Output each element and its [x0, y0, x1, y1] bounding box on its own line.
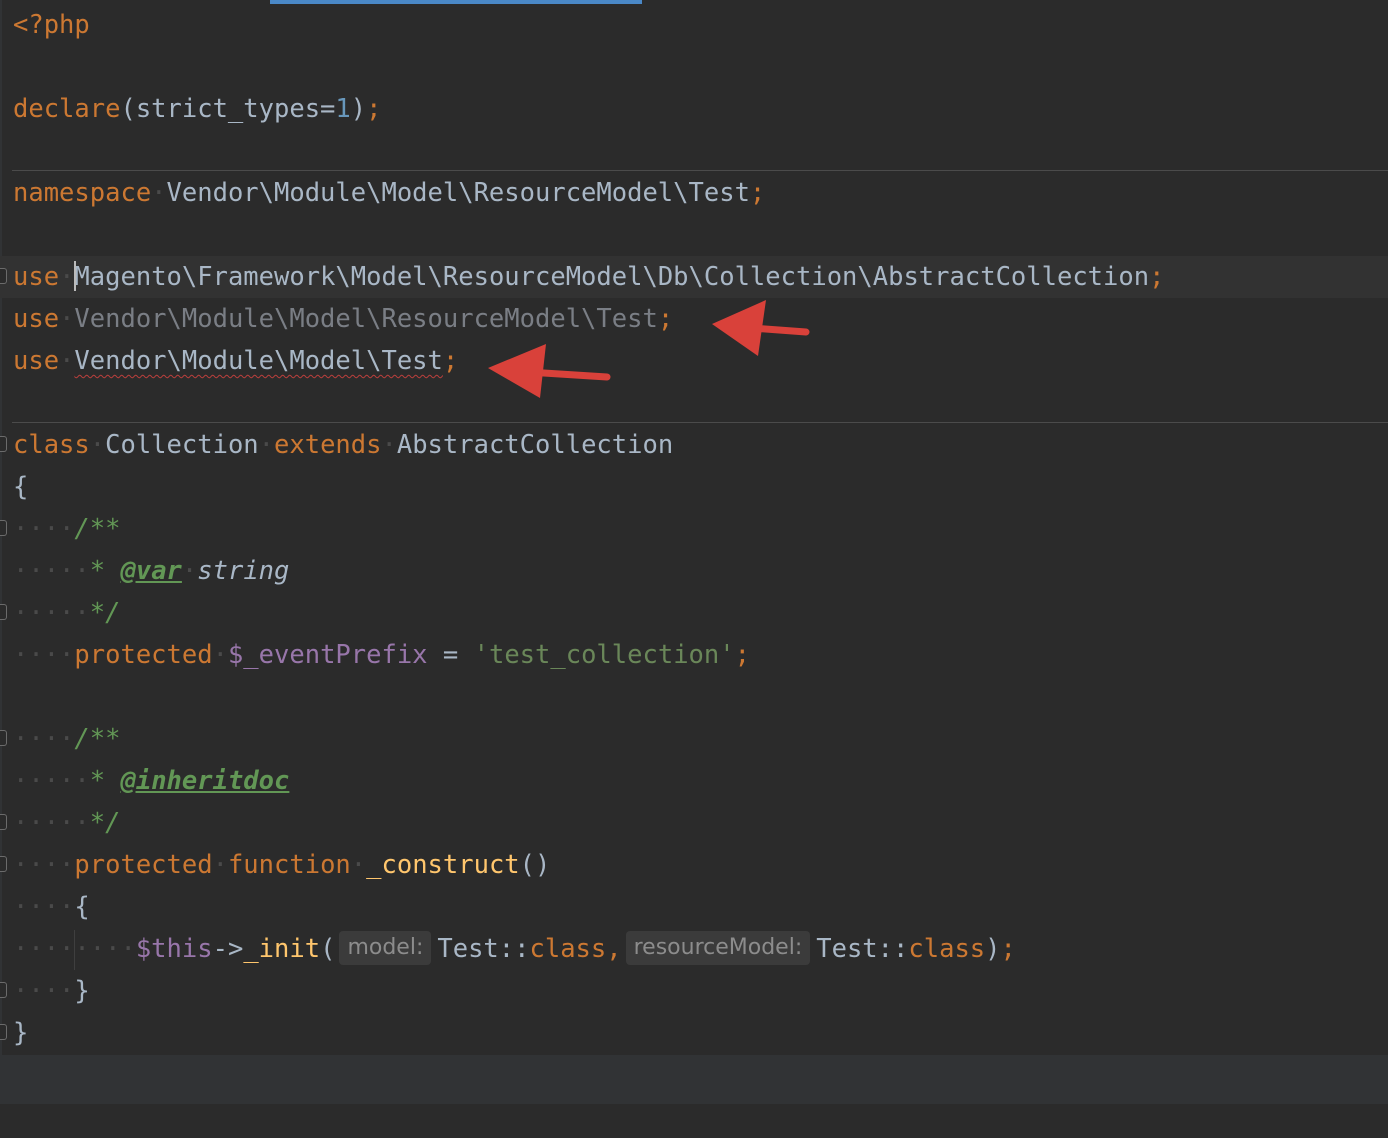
annotation-arrow-icon: [712, 300, 810, 356]
annotation-arrows: [488, 300, 810, 398]
annotation-arrow-icon: [488, 344, 611, 398]
code-editor[interactable]: <?php declare(strict_types=1); namespace…: [0, 0, 1388, 1104]
